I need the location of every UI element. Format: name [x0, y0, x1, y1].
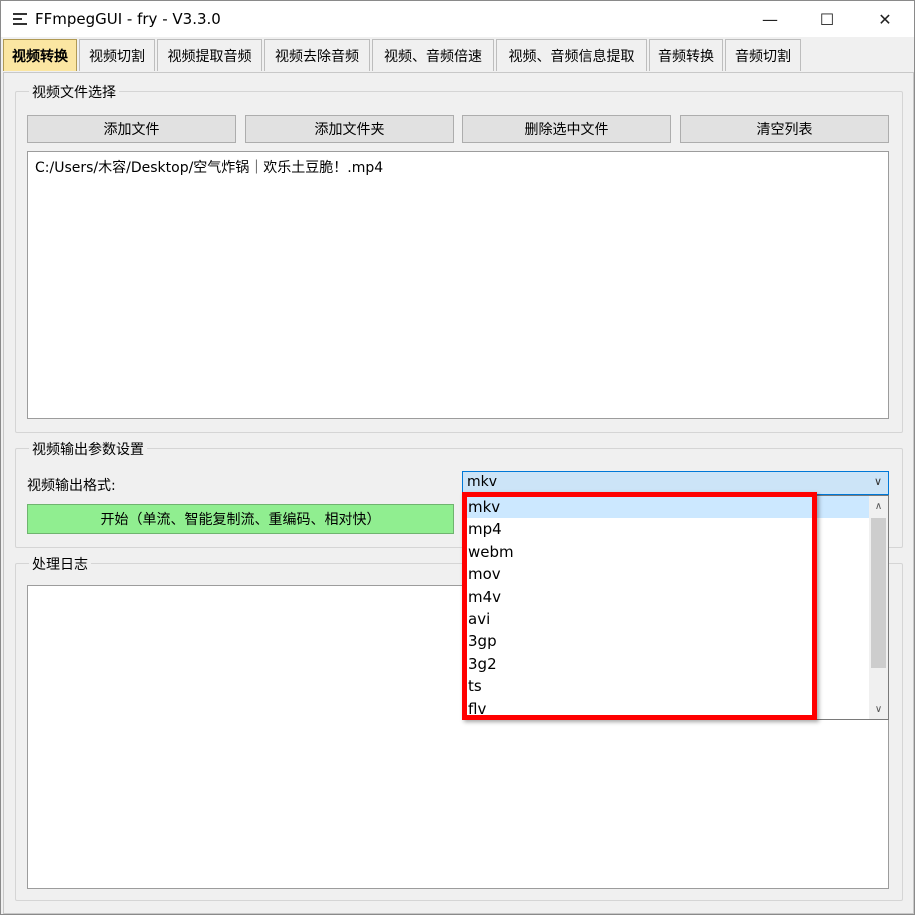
- minimize-button[interactable]: —: [741, 1, 799, 37]
- tab-info-extract[interactable]: 视频、音频信息提取: [496, 39, 647, 71]
- scroll-up-arrow-icon[interactable]: ∧: [869, 496, 888, 516]
- chevron-down-icon: ∨: [873, 475, 882, 488]
- tab-audio-cut[interactable]: 音频切割: [725, 39, 801, 71]
- window-title: FFmpegGUI - fry - V3.3.0: [35, 10, 221, 28]
- file-group-title: 视频文件选择: [29, 82, 119, 102]
- clear-list-button[interactable]: 清空列表: [680, 115, 889, 143]
- add-folder-button[interactable]: 添加文件夹: [245, 115, 454, 143]
- tab-extract-audio[interactable]: 视频提取音频: [157, 39, 262, 71]
- dropdown-option-3gp[interactable]: 3gp: [463, 630, 870, 652]
- tab-video-convert[interactable]: 视频转换: [3, 39, 77, 71]
- dropdown-option-avi[interactable]: avi: [463, 608, 870, 630]
- file-list-item[interactable]: C:/Users/木容/Desktop/空气炸锅｜欢乐土豆脆！.mp4: [35, 157, 383, 177]
- log-group-title: 处理日志: [29, 554, 91, 574]
- output-group-title: 视频输出参数设置: [29, 439, 147, 459]
- scroll-down-arrow-icon[interactable]: ∨: [869, 699, 888, 719]
- dropdown-option-mp4[interactable]: mp4: [463, 518, 870, 540]
- dropdown-scrollbar[interactable]: ∧ ∨: [869, 496, 888, 719]
- dropdown-option-3g2[interactable]: 3g2: [463, 653, 870, 675]
- format-dropdown-list[interactable]: mkv mp4 webm mov m4v avi 3gp 3g2 ts flv …: [462, 495, 889, 720]
- add-file-button[interactable]: 添加文件: [27, 115, 236, 143]
- title-bar: FFmpegGUI - fry - V3.3.0 — ☐ ✕: [1, 1, 914, 37]
- tab-video-cut[interactable]: 视频切割: [79, 39, 155, 71]
- tab-remove-audio[interactable]: 视频去除音频: [264, 39, 370, 71]
- dropdown-option-mov[interactable]: mov: [463, 563, 870, 585]
- output-format-value: mkv: [467, 474, 498, 490]
- start-button[interactable]: 开始（单流、智能复制流、重编码、相对快）: [27, 504, 454, 534]
- maximize-button[interactable]: ☐: [798, 1, 856, 37]
- close-button[interactable]: ✕: [856, 1, 914, 37]
- dropdown-option-mkv[interactable]: mkv: [463, 496, 870, 519]
- delete-selected-button[interactable]: 删除选中文件: [462, 115, 671, 143]
- tab-audio-convert[interactable]: 音频转换: [649, 39, 723, 71]
- tab-speed[interactable]: 视频、音频倍速: [372, 39, 494, 71]
- dropdown-option-flv[interactable]: flv: [463, 698, 870, 719]
- output-format-select[interactable]: mkv ∨: [462, 471, 889, 495]
- menu-icon[interactable]: [13, 13, 27, 25]
- app-window: FFmpegGUI - fry - V3.3.0 — ☐ ✕ 视频转换 视频切割…: [0, 0, 915, 915]
- output-format-label: 视频输出格式:: [27, 478, 116, 494]
- dropdown-option-m4v[interactable]: m4v: [463, 586, 870, 608]
- file-list[interactable]: C:/Users/木容/Desktop/空气炸锅｜欢乐土豆脆！.mp4: [27, 151, 889, 419]
- dropdown-option-ts[interactable]: ts: [463, 675, 870, 697]
- scrollbar-thumb[interactable]: [871, 518, 886, 668]
- dropdown-option-webm[interactable]: webm: [463, 541, 870, 563]
